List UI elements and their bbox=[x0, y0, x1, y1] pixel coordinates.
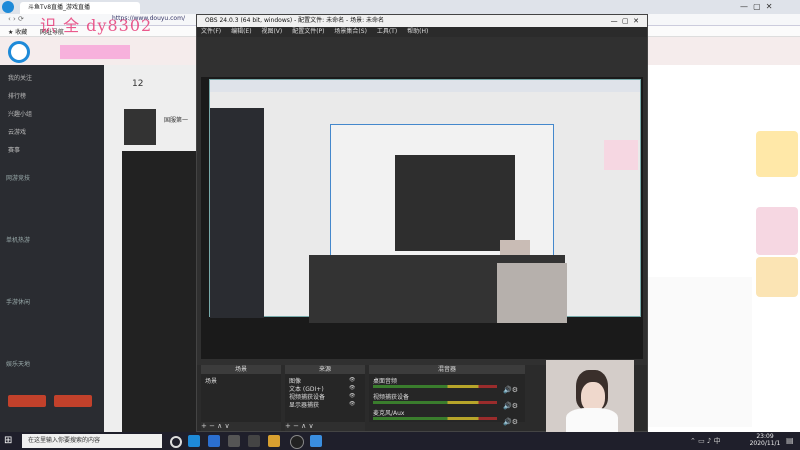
taskbar-search-input[interactable]: 在这里输入你要搜索的内容 bbox=[22, 434, 162, 448]
promo-button-right[interactable] bbox=[54, 395, 92, 407]
window-controls[interactable]: — ▢ ✕ bbox=[740, 2, 772, 11]
menu-profile[interactable]: 配置文件(P) bbox=[288, 28, 328, 35]
tray-icons[interactable]: ⌃ ▭ ♪ 中 bbox=[690, 436, 721, 446]
video-player[interactable] bbox=[122, 151, 196, 432]
clock-date: 2020/11/1 bbox=[749, 440, 781, 447]
webcam-overlay bbox=[546, 360, 634, 432]
nested-tabbar bbox=[210, 80, 640, 92]
event-badge[interactable] bbox=[756, 131, 798, 177]
tab-title: 斗鱼Tv8直播_游戏直播 bbox=[28, 4, 91, 11]
sources-dock-title: 来源 bbox=[285, 365, 365, 374]
search-placeholder: 在这里输入你要搜索的内容 bbox=[28, 437, 101, 444]
nested-obs-capture bbox=[395, 155, 515, 251]
source-item[interactable]: 显示器捕获 bbox=[289, 400, 319, 409]
chat-panel bbox=[648, 277, 752, 427]
streamer-avatar[interactable] bbox=[124, 109, 156, 145]
mixer-dock-title: 混音器 bbox=[369, 365, 525, 374]
app-taskbar-icon[interactable] bbox=[248, 435, 260, 447]
nav-rank[interactable]: 排行榜 bbox=[8, 91, 26, 100]
app-taskbar-icon[interactable] bbox=[208, 435, 220, 447]
sources-list: 图像 文本 (GDI+) 视频捕获设备 显示器捕获 👁 👁 👁 👁 bbox=[285, 374, 365, 422]
cortana-icon[interactable] bbox=[170, 436, 182, 448]
obs-title: OBS 24.0.3 (64 bit, windows) - 配置文件: 未命名… bbox=[205, 17, 385, 24]
right-header bbox=[644, 37, 800, 65]
notification-icon[interactable]: ▤ bbox=[786, 436, 794, 445]
eye-lock-icon[interactable]: 👁 👁 👁 👁 bbox=[349, 376, 361, 407]
audio-meter bbox=[373, 417, 497, 420]
obs-preview[interactable] bbox=[201, 77, 643, 359]
obs-window-controls[interactable]: — ▢ ✕ bbox=[611, 15, 639, 27]
nested-left-nav bbox=[210, 108, 264, 318]
count-number: 12 bbox=[132, 79, 144, 89]
clock-time: 23:09 bbox=[756, 433, 774, 440]
bookmark-star-icon[interactable]: ★ 收藏 bbox=[8, 27, 27, 36]
douyu-logo-icon[interactable] bbox=[8, 41, 30, 63]
nested-mascot bbox=[604, 140, 638, 170]
menu-tools[interactable]: 工具(T) bbox=[373, 28, 401, 35]
menu-file[interactable]: 文件(F) bbox=[197, 28, 225, 35]
section-single-games: 单机热游 bbox=[6, 237, 31, 244]
sources-toolbar[interactable]: + − ∧ ∨ bbox=[285, 422, 365, 431]
clock[interactable]: 23:09 2020/11/1 bbox=[748, 433, 782, 447]
section-entertainment: 娱乐天地 bbox=[6, 361, 31, 368]
mixer-channel-label: 视频捕获设备 bbox=[373, 394, 410, 401]
right-panel bbox=[644, 37, 800, 432]
douyu-logo-icon bbox=[2, 1, 14, 13]
streamer-name: 国服第一 bbox=[164, 117, 189, 124]
audio-meter bbox=[373, 385, 497, 388]
watermark-text: 识 全 dy8302 bbox=[40, 16, 153, 35]
nav-follow[interactable]: 我的关注 bbox=[8, 73, 32, 82]
section-mobile-games: 手游休闲 bbox=[6, 299, 31, 306]
windows-taskbar: ⊞ 在这里输入你要搜索的内容 ⌃ ▭ ♪ 中 23:09 2020/11/1 ▤ bbox=[0, 432, 800, 450]
app-taskbar-icon[interactable] bbox=[310, 435, 322, 447]
obs-menubar: 文件(F) 编辑(E) 视图(V) 配置文件(P) 场景集合(S) 工具(T) … bbox=[197, 27, 647, 37]
header-banner bbox=[60, 45, 130, 59]
mascot-banner[interactable] bbox=[756, 207, 798, 255]
webcam-nested bbox=[497, 263, 567, 323]
scenes-toolbar[interactable]: + − ∧ ∨ bbox=[201, 422, 281, 431]
gift-banner[interactable] bbox=[756, 257, 798, 297]
nav-events[interactable]: 赛事 bbox=[8, 145, 20, 154]
obs-titlebar: OBS 24.0.3 (64 bit, windows) - 配置文件: 未命名… bbox=[197, 15, 647, 27]
scenes-list: 场景 bbox=[201, 374, 281, 422]
speaker-gear-icon[interactable]: 🔊⚙ 🔊⚙ 🔊⚙ bbox=[503, 382, 518, 430]
mixer-channel-label: 桌面音频 bbox=[373, 378, 398, 385]
audio-meter bbox=[373, 401, 497, 404]
section-online-games: 网游竞技 bbox=[6, 175, 31, 182]
nav-arrows-icon[interactable]: ‹ › ⟳ bbox=[8, 15, 24, 23]
menu-scene-collection[interactable]: 场景集合(S) bbox=[330, 28, 371, 35]
nav-group[interactable]: 兴趣小组 bbox=[8, 109, 32, 118]
windows-start-icon[interactable]: ⊞ bbox=[4, 435, 16, 447]
obs-taskbar-icon[interactable] bbox=[290, 435, 304, 449]
scenes-dock-title: 场景 bbox=[201, 365, 281, 374]
left-navigation: 我的关注 排行榜 兴趣小组 云游戏 赛事 网游竞技 单机热游 手游休闲 娱乐天地 bbox=[0, 65, 104, 432]
app-taskbar-icon[interactable] bbox=[228, 435, 240, 447]
person-shirt bbox=[566, 408, 618, 432]
mixer-channel-label: 麦克风/Aux bbox=[373, 410, 405, 417]
menu-view[interactable]: 视图(V) bbox=[257, 28, 286, 35]
menu-edit[interactable]: 编辑(E) bbox=[227, 28, 255, 35]
nav-cloud-game[interactable]: 云游戏 bbox=[8, 127, 26, 136]
menu-help[interactable]: 帮助(H) bbox=[403, 28, 432, 35]
app-taskbar-icon[interactable] bbox=[268, 435, 280, 447]
browser-taskbar-icon[interactable] bbox=[188, 435, 200, 447]
scene-item[interactable]: 场景 bbox=[205, 376, 217, 385]
promo-button-left[interactable] bbox=[8, 395, 46, 407]
audio-mixer: 桌面音频 视频捕获设备 麦克风/Aux 🔊⚙ 🔊⚙ 🔊⚙ bbox=[369, 374, 525, 426]
